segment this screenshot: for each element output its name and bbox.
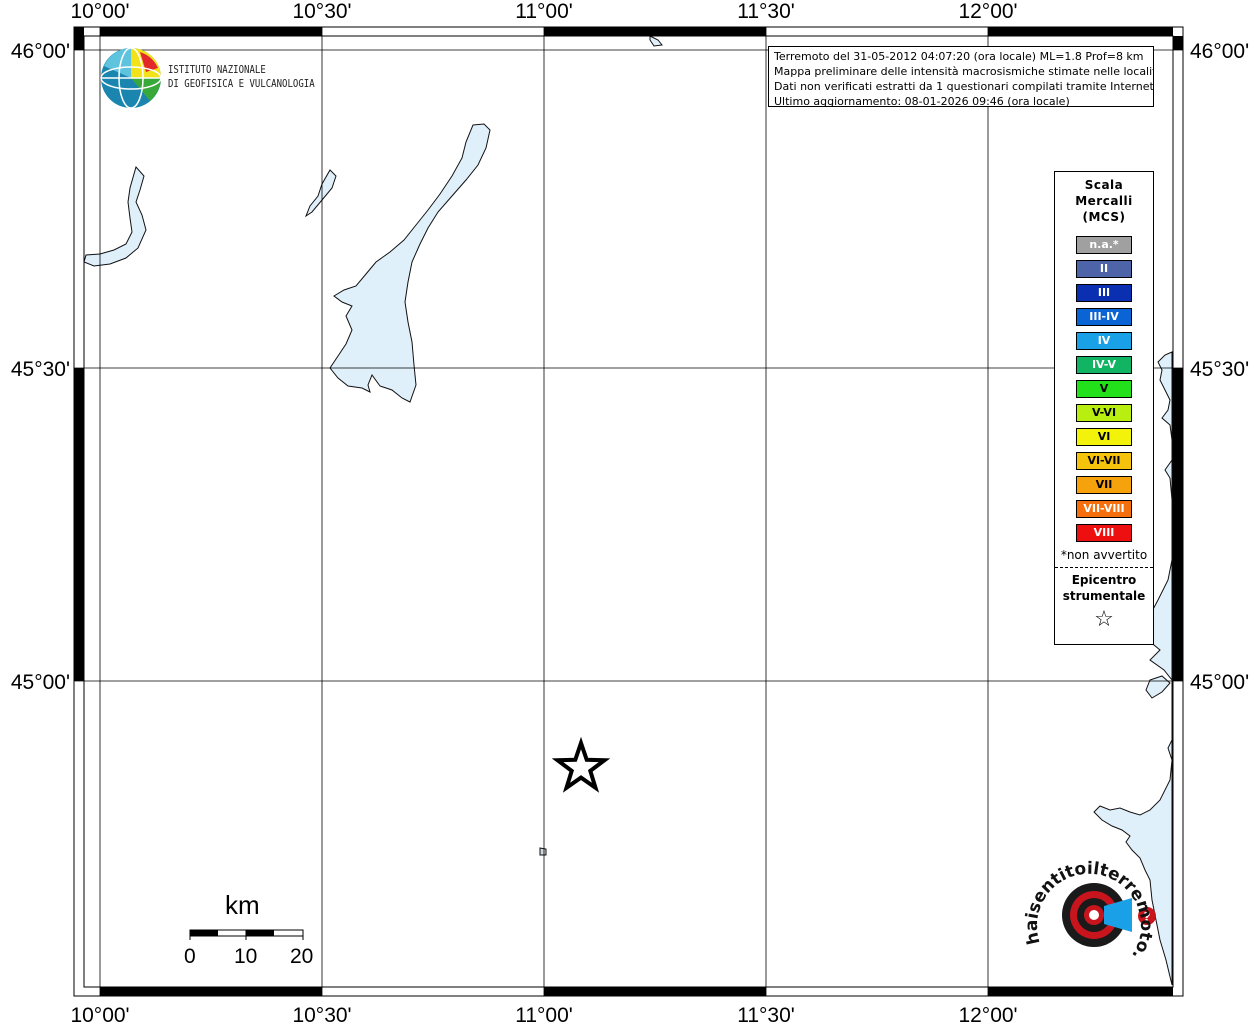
- legend-star-icon: ☆: [1094, 607, 1114, 632]
- small-lake-south: [539, 847, 547, 856]
- lon-label-top-2: 10°30': [292, 0, 351, 23]
- legend-item: VI: [1076, 428, 1132, 446]
- legend-items: n.a.* II III III-IV IV IV-V V V-VI VI VI-VII VII VI…: [1055, 236, 1153, 542]
- event-info-line1: Terremoto del 31-05-2012 04:07:20 (ora l…: [774, 50, 1144, 63]
- legend-item: VII-VIII: [1076, 500, 1132, 518]
- lat-label-left-2: 45°30': [11, 358, 70, 381]
- scale-unit-label: km: [225, 890, 260, 920]
- institute-name-line1: ISTITUTO NAZIONALE: [168, 63, 266, 76]
- lon-label-top-3: 11°00': [515, 0, 573, 23]
- event-info-line3: Dati non verificati estratti da 1 questi…: [774, 80, 1154, 93]
- legend-item: IV-V: [1076, 356, 1132, 374]
- legend-title-line2: Mercalli: [1075, 194, 1133, 208]
- legend-item: V: [1076, 380, 1132, 398]
- institute-name: ISTITUTO NAZIONALE DI GEOFISICA E VULCAN…: [168, 63, 315, 91]
- ingv-logo-icon: [100, 47, 162, 109]
- legend-item: VI-VII: [1076, 452, 1132, 470]
- legend-item: III-IV: [1076, 308, 1132, 326]
- event-info-line2: Mappa preliminare delle intensità macros…: [774, 65, 1154, 78]
- lat-label-right-2: 45°30': [1190, 358, 1249, 381]
- scale-tick-20: 20: [290, 945, 314, 968]
- legend-item: V-VI: [1076, 404, 1132, 422]
- lon-label-top-1: 10°00': [70, 0, 129, 23]
- lon-label-bottom-1: 10°00': [70, 1004, 129, 1024]
- legend-title: Scala Mercalli (MCS): [1055, 177, 1153, 225]
- legend-title-line3: (MCS): [1082, 210, 1126, 224]
- legend-note: *non avvertito: [1060, 548, 1148, 562]
- legend-item: VII: [1076, 476, 1132, 494]
- lat-label-left-3: 45°00': [11, 671, 70, 694]
- scale-tick-10: 10: [234, 945, 258, 968]
- lon-label-bottom-3: 11°00': [515, 1004, 573, 1024]
- legend-epicenter-line1: Epicentro: [1071, 573, 1137, 587]
- event-info-line4: Ultimo aggiornamento: 08-01-2026 09:46 (…: [774, 95, 1070, 107]
- legend-item: IV: [1076, 332, 1132, 350]
- lon-label-top-4: 11°30': [737, 0, 795, 23]
- lon-label-top-5: 12°00': [958, 0, 1017, 23]
- intensity-legend: Scala Mercalli (MCS) n.a.* II III III-IV IV I…: [1054, 171, 1154, 645]
- lon-label-bottom-4: 11°30': [737, 1004, 795, 1024]
- lon-label-bottom-2: 10°30': [292, 1004, 351, 1024]
- lat-label-right-3: 45°00': [1190, 671, 1249, 694]
- legend-item: n.a.*: [1076, 236, 1132, 254]
- map-frame: [74, 27, 1183, 996]
- legend-divider: [1055, 567, 1153, 568]
- legend-epicenter-label: Epicentro strumentale: [1055, 572, 1153, 604]
- legend-item: III: [1076, 284, 1132, 302]
- event-info-box: Terremoto del 31-05-2012 04:07:20 (ora l…: [768, 46, 1154, 107]
- lat-label-right-1: 46°00': [1190, 40, 1249, 63]
- legend-item: VIII: [1076, 524, 1132, 542]
- legend-title-line1: Scala: [1084, 178, 1124, 192]
- legend-item: II: [1076, 260, 1132, 278]
- lat-label-left-1: 46°00': [11, 40, 70, 63]
- institute-name-line2: DI GEOFISICA E VULCANOLOGIA: [168, 77, 315, 90]
- scale-tick-0: 0: [184, 945, 196, 968]
- lon-label-bottom-5: 12°00': [958, 1004, 1017, 1024]
- legend-epicenter-line2: strumentale: [1062, 589, 1146, 603]
